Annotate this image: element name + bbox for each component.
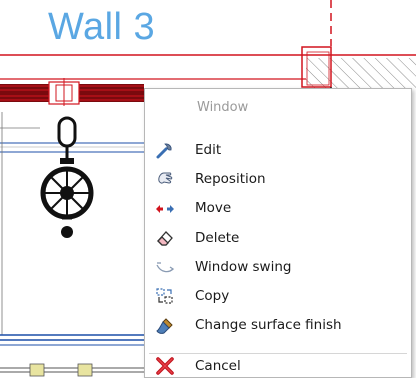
- arrows-move-icon: [155, 199, 175, 219]
- context-menu: Window Edit Reposition Move Delete Windo…: [144, 88, 412, 378]
- menu-item-window-swing[interactable]: Window swing: [145, 252, 411, 281]
- menu-header: Window: [197, 99, 249, 115]
- menu-list: Edit Reposition Move Delete Window swing…: [145, 135, 411, 340]
- menu-item-edit[interactable]: Edit: [145, 135, 411, 164]
- paint-brush-icon: [155, 316, 175, 336]
- menu-item-label: Delete: [195, 229, 240, 246]
- menu-item-copy[interactable]: Copy: [145, 281, 411, 310]
- hand-icon: [155, 169, 175, 189]
- hatched-wall-section: [306, 58, 416, 88]
- menu-item-move[interactable]: Move: [145, 194, 411, 223]
- menu-item-label: Change surface finish: [195, 317, 342, 334]
- menu-item-label: Cancel: [195, 358, 241, 374]
- menu-item-label: Window swing: [195, 258, 292, 275]
- menu-item-label: Move: [195, 200, 232, 217]
- wall-label: Wall 3: [48, 6, 156, 48]
- menu-item-change-surface-finish[interactable]: Change surface finish: [145, 311, 411, 340]
- eraser-icon: [155, 228, 175, 248]
- menu-item-label: Reposition: [195, 170, 266, 187]
- wrench-icon: [155, 140, 175, 160]
- menu-item-reposition[interactable]: Reposition: [145, 164, 411, 193]
- fixture-symbol[interactable]: [40, 116, 94, 238]
- menu-item-label: Edit: [195, 141, 222, 158]
- menu-item-cancel[interactable]: Cancel: [145, 355, 411, 377]
- swing-arc-icon: [155, 257, 175, 277]
- menu-item-label: Copy: [195, 288, 230, 305]
- menu-separator: [149, 353, 407, 354]
- red-x-icon: [155, 356, 175, 376]
- copy-icon: [155, 286, 175, 306]
- menu-item-delete[interactable]: Delete: [145, 223, 411, 252]
